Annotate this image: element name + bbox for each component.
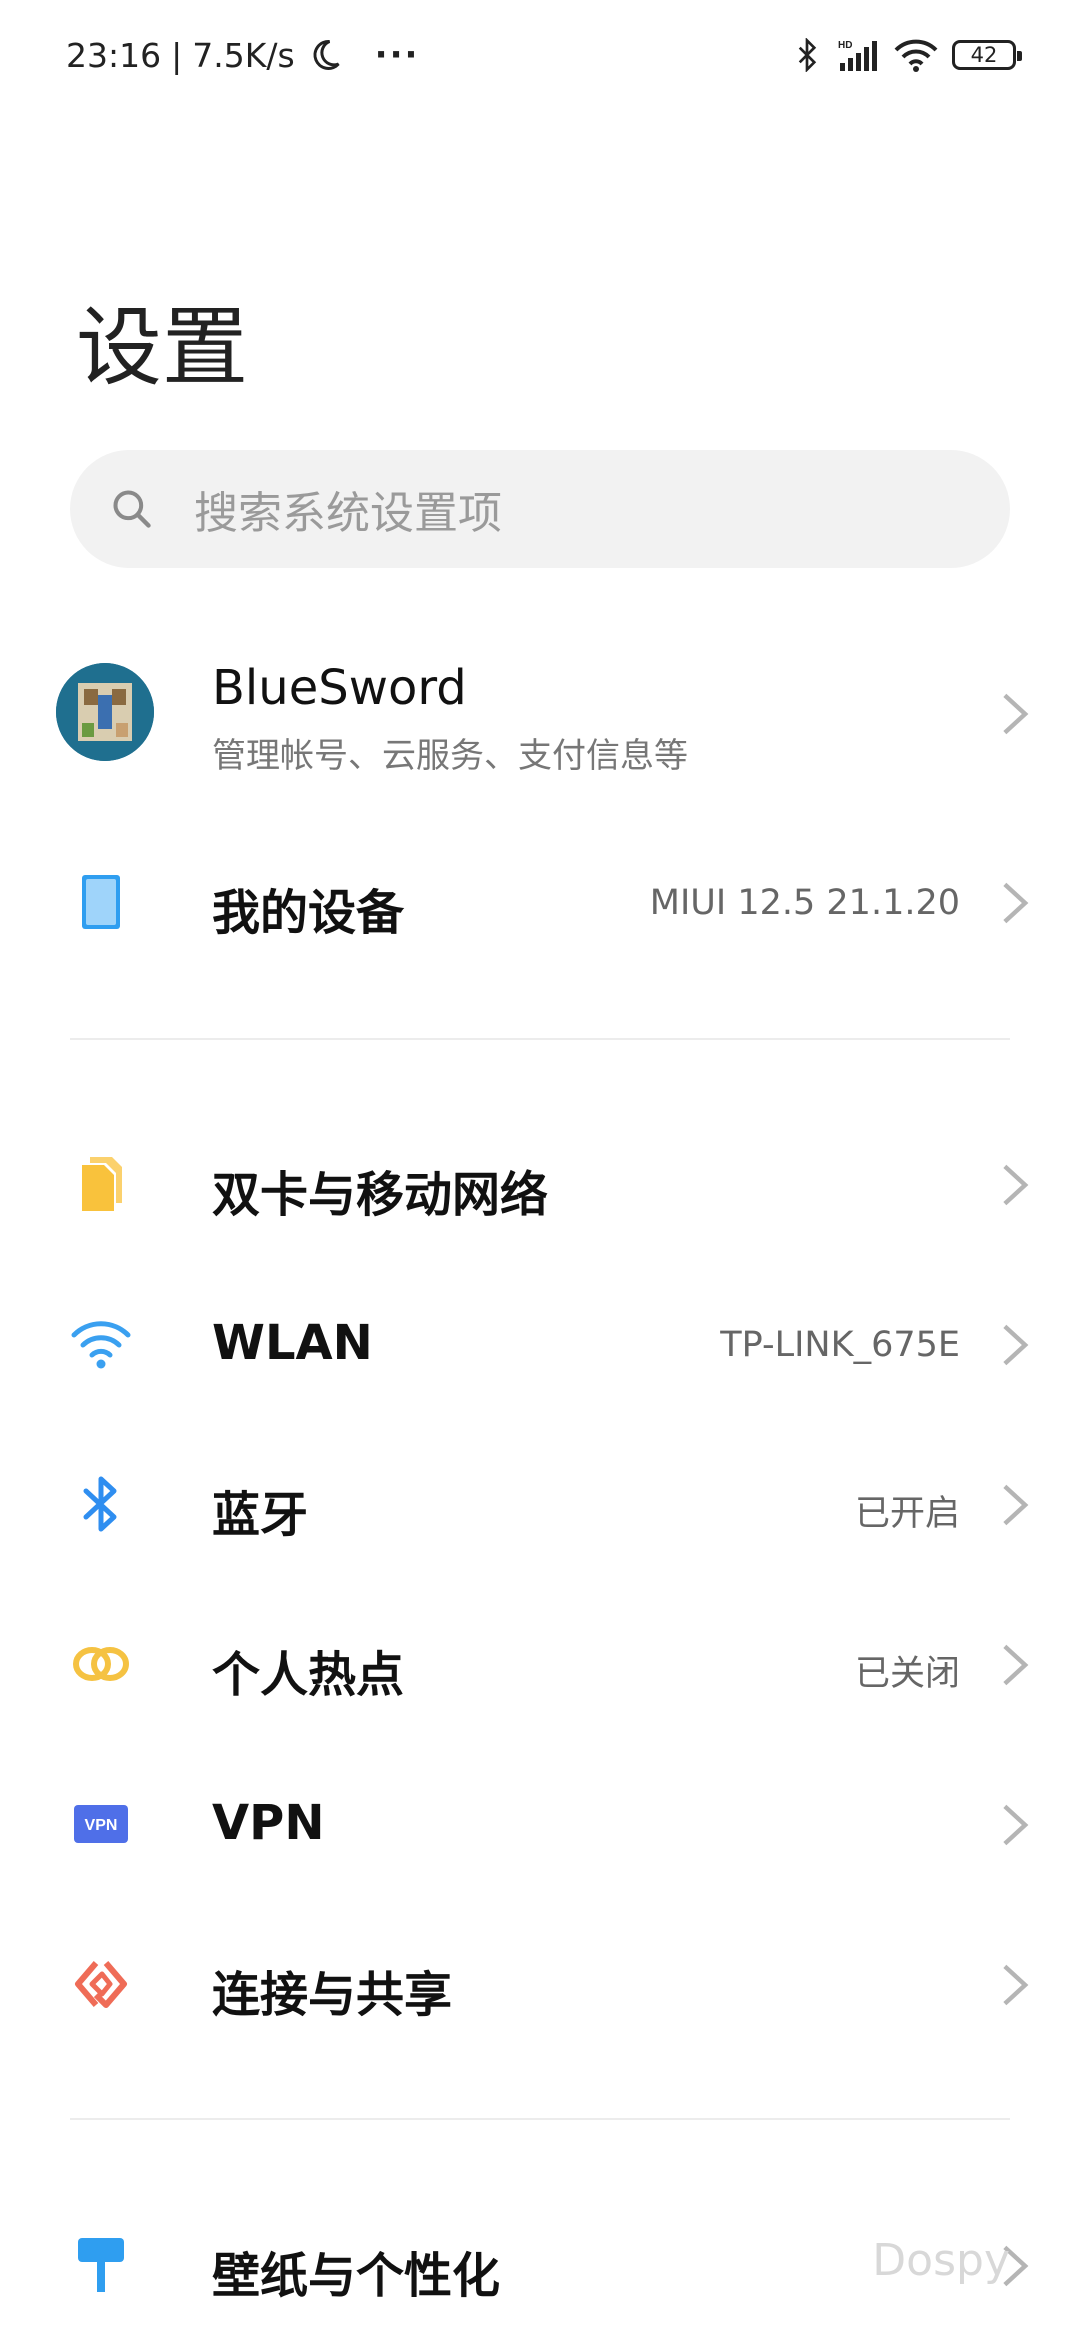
status-time: 23:16 (66, 35, 162, 75)
wifi-icon (71, 1321, 131, 1369)
search-bar[interactable]: 搜索系统设置项 (70, 450, 1010, 568)
account-subtitle: 管理帐号、云服务、支付信息等 (212, 736, 688, 776)
my-device-value: MIUI 12.5 21.1.20 (649, 883, 960, 923)
network-item-label: 双卡与移动网络 (212, 1167, 549, 1223)
personalization-item-label: 壁纸与个性化 (212, 2248, 501, 2304)
my-device-label: 我的设备 (212, 885, 405, 941)
moon-icon (313, 39, 340, 70)
more-notifications-icon: ··· (374, 35, 420, 75)
search-placeholder: 搜索系统设置项 (194, 488, 502, 539)
chevron-right-icon (1003, 693, 1029, 735)
network-item-vpn[interactable]: VPN VPN (0, 1747, 1080, 1897)
hotspot-icon (73, 1647, 129, 1681)
network-item-bluetooth[interactable]: 蓝牙 已开启 (0, 1427, 1080, 1577)
network-item-value: 已关闭 (854, 1654, 960, 1694)
section-divider (70, 2118, 1010, 2120)
vpn-icon: VPN (74, 1805, 128, 1843)
network-item-hotspot[interactable]: 个人热点 已关闭 (0, 1587, 1080, 1737)
account-row[interactable]: BlueSword 管理帐号、云服务、支付信息等 (0, 640, 1080, 790)
network-item-label: 个人热点 (212, 1647, 405, 1703)
battery-level: 42 (970, 43, 998, 67)
network-item-dual-sim[interactable]: 双卡与移动网络 (0, 1107, 1080, 1257)
network-item-label: VPN (212, 1795, 325, 1851)
section-divider (70, 1038, 1010, 1040)
chevron-right-icon (1003, 1804, 1029, 1846)
status-right: HD 42 (792, 30, 1022, 80)
status-separator: | (171, 35, 183, 75)
network-item-value: TP-LINK_675E (720, 1325, 960, 1365)
page-title: 设置 (76, 298, 248, 398)
bluetooth-status-icon (798, 38, 817, 72)
wifi-status-icon (894, 39, 938, 72)
my-device-row[interactable]: 我的设备 MIUI 12.5 21.1.20 (0, 825, 1080, 975)
status-net-speed: 7.5K/s (192, 35, 295, 75)
network-item-label: 蓝牙 (212, 1487, 309, 1543)
search-icon (113, 490, 151, 528)
chevron-right-icon (1003, 1164, 1029, 1206)
svg-text:HD: HD (838, 40, 852, 51)
sim-card-icon (82, 1157, 122, 1211)
network-item-label: 连接与共享 (212, 1967, 453, 2023)
avatar[interactable] (56, 663, 154, 761)
device-icon (82, 875, 120, 929)
wallpaper-icon (78, 2238, 124, 2292)
connection-share-icon (75, 1961, 127, 2008)
chevron-right-icon (1003, 1644, 1029, 1686)
network-item-label: WLAN (212, 1315, 373, 1371)
network-item-value: 已开启 (854, 1494, 960, 1534)
network-item-wlan[interactable]: WLAN TP-LINK_675E (0, 1267, 1080, 1417)
chevron-right-icon (1003, 882, 1029, 924)
svg-text:VPN: VPN (85, 1817, 118, 1834)
chevron-right-icon (1003, 1484, 1029, 1526)
chevron-right-icon (1003, 1964, 1029, 2006)
battery-icon: 42 (952, 40, 1022, 70)
bluetooth-icon (83, 1476, 117, 1532)
network-item-connection-share[interactable]: 连接与共享 (0, 1907, 1080, 2057)
chevron-right-icon (1003, 1324, 1029, 1366)
signal-hd-icon: HD (838, 40, 877, 71)
account-name: BlueSword (212, 660, 467, 716)
watermark: Dospy (872, 2235, 1010, 2286)
status-left: 23:16 | 7.5K/s ··· (66, 30, 419, 80)
status-bar: 23:16 | 7.5K/s ··· HD 42 (0, 0, 1080, 110)
avatar-image (56, 663, 154, 761)
